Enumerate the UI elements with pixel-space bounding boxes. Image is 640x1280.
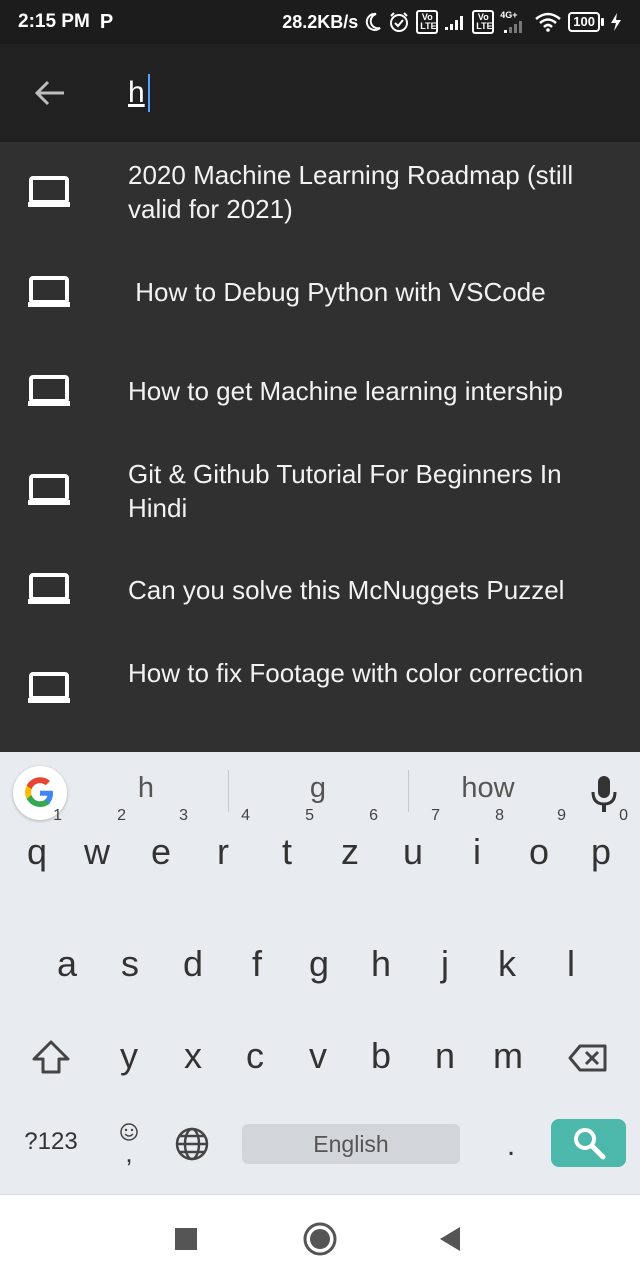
volte-badge-2: Vo LTE (472, 10, 495, 34)
list-item[interactable]: Git & Github Tutorial For Beginners In H… (0, 442, 640, 542)
suggestion-3[interactable]: how (438, 772, 538, 805)
list-item[interactable]: How to Debug Python with VSCode (0, 242, 640, 342)
suggestion-1[interactable]: h (96, 772, 196, 805)
comma-label: , (125, 1138, 133, 1168)
suggestion-strip: h g how (0, 752, 640, 830)
circle-icon (303, 1222, 337, 1256)
recents-button[interactable] (164, 1217, 208, 1261)
battery-level: 100 (568, 12, 600, 32)
square-icon (175, 1228, 197, 1250)
laptop-icon (28, 276, 70, 307)
key-q[interactable]: 1q (22, 808, 62, 880)
laptop-icon (28, 474, 70, 505)
status-bar: 2:15 PM P 28.2KB/s Vo LTE Vo LTE 4G+ 100 (0, 0, 640, 44)
key-o[interactable]: 9o (524, 808, 566, 880)
text-caret (148, 74, 150, 112)
result-title: Can you solve this McNuggets Puzzel (128, 575, 565, 605)
list-item[interactable]: 2020 Machine Learning Roadmap (still val… (0, 142, 640, 242)
result-title: How to fix Footage with color correction (128, 658, 584, 688)
network-speed: 28.2KB/s (282, 11, 359, 32)
alarm-icon (388, 11, 410, 33)
search-key[interactable] (551, 1119, 626, 1167)
key-b[interactable]: b (366, 1034, 396, 1084)
search-field[interactable] (128, 73, 150, 113)
key-w[interactable]: 2w (80, 808, 126, 880)
result-title: How to Debug Python with VSCode (128, 277, 546, 307)
key-e[interactable]: 3e (146, 808, 188, 880)
wifi-icon (534, 12, 562, 32)
list-item[interactable]: How to get Machine learning intership (0, 342, 640, 442)
key-h[interactable]: h (366, 942, 396, 992)
key-z[interactable]: 6z (336, 808, 378, 880)
key-k[interactable]: k (492, 942, 522, 992)
laptop-icon (28, 573, 70, 604)
suggestion-list: 2020 Machine Learning Roadmap (still val… (0, 142, 640, 752)
list-item[interactable]: Can you solve this McNuggets Puzzel (0, 542, 640, 642)
back-nav-button[interactable] (428, 1217, 472, 1261)
divider (228, 770, 229, 812)
key-c[interactable]: c (240, 1034, 270, 1084)
battery-icon: 100 (568, 12, 604, 32)
list-item[interactable]: How to fix Footage with color correction (0, 642, 640, 752)
carrier-p-icon: P (99, 10, 114, 33)
key-l[interactable]: l (558, 942, 584, 992)
back-button[interactable] (0, 44, 100, 142)
key-j[interactable]: j (432, 942, 458, 992)
key-i[interactable]: 8i (464, 808, 504, 880)
period-key[interactable]: . (496, 1124, 526, 1174)
globe-icon (175, 1127, 209, 1161)
shift-key[interactable] (26, 1032, 76, 1082)
laptop-icon (28, 672, 70, 703)
search-toolbar (0, 44, 640, 142)
key-a[interactable]: a (52, 942, 82, 992)
key-g[interactable]: g (304, 942, 334, 992)
home-button[interactable] (298, 1217, 342, 1261)
key-f[interactable]: f (242, 942, 272, 992)
key-v[interactable]: v (303, 1034, 333, 1084)
backspace-key[interactable] (566, 1036, 610, 1080)
laptop-icon (28, 176, 70, 207)
suggestion-2[interactable]: g (268, 772, 368, 805)
key-p[interactable]: 0p (586, 808, 628, 880)
space-key[interactable]: English (242, 1124, 460, 1164)
navigation-bar (0, 1194, 640, 1280)
key-s[interactable]: s (115, 942, 145, 992)
moon-icon (364, 12, 382, 32)
search-input[interactable] (128, 76, 148, 110)
mic-icon[interactable] (588, 774, 620, 814)
key-x[interactable]: x (178, 1034, 208, 1084)
key-d[interactable]: d (178, 942, 208, 992)
key-u[interactable]: 7u (398, 808, 440, 880)
search-icon (573, 1128, 605, 1160)
arrow-back-icon (34, 80, 64, 106)
volte-badge-1: Vo LTE (416, 10, 439, 34)
emoji-comma-key[interactable]: , (112, 1118, 146, 1168)
result-title: 2020 Machine Learning Roadmap (still val… (128, 160, 574, 224)
key-r[interactable]: 4r (210, 808, 250, 880)
result-title: How to get Machine learning intership (128, 376, 564, 406)
charging-icon (610, 12, 622, 32)
network-type: 4G+ (500, 9, 518, 20)
key-m[interactable]: m (488, 1034, 528, 1084)
language-key[interactable] (170, 1122, 214, 1166)
keyboard: h g how 1q 2w 3e 4r 5t 6z 7u 8i 9o 0p a … (0, 752, 640, 1194)
google-g-icon (25, 777, 53, 807)
symbols-key[interactable]: ?123 (18, 1120, 84, 1170)
key-n[interactable]: n (430, 1034, 460, 1084)
clock: 2:15 PM (18, 11, 90, 32)
laptop-icon (28, 375, 70, 406)
backspace-icon (568, 1044, 607, 1072)
divider (408, 770, 409, 812)
triangle-back-icon (440, 1227, 460, 1251)
shift-icon (32, 1040, 70, 1074)
key-t[interactable]: 5t (274, 808, 314, 880)
signal-icon-2: 4G+ (500, 9, 528, 34)
signal-icon-1 (444, 13, 466, 31)
result-title: Git & Github Tutorial For Beginners In H… (128, 459, 562, 523)
key-y[interactable]: y (114, 1034, 144, 1084)
